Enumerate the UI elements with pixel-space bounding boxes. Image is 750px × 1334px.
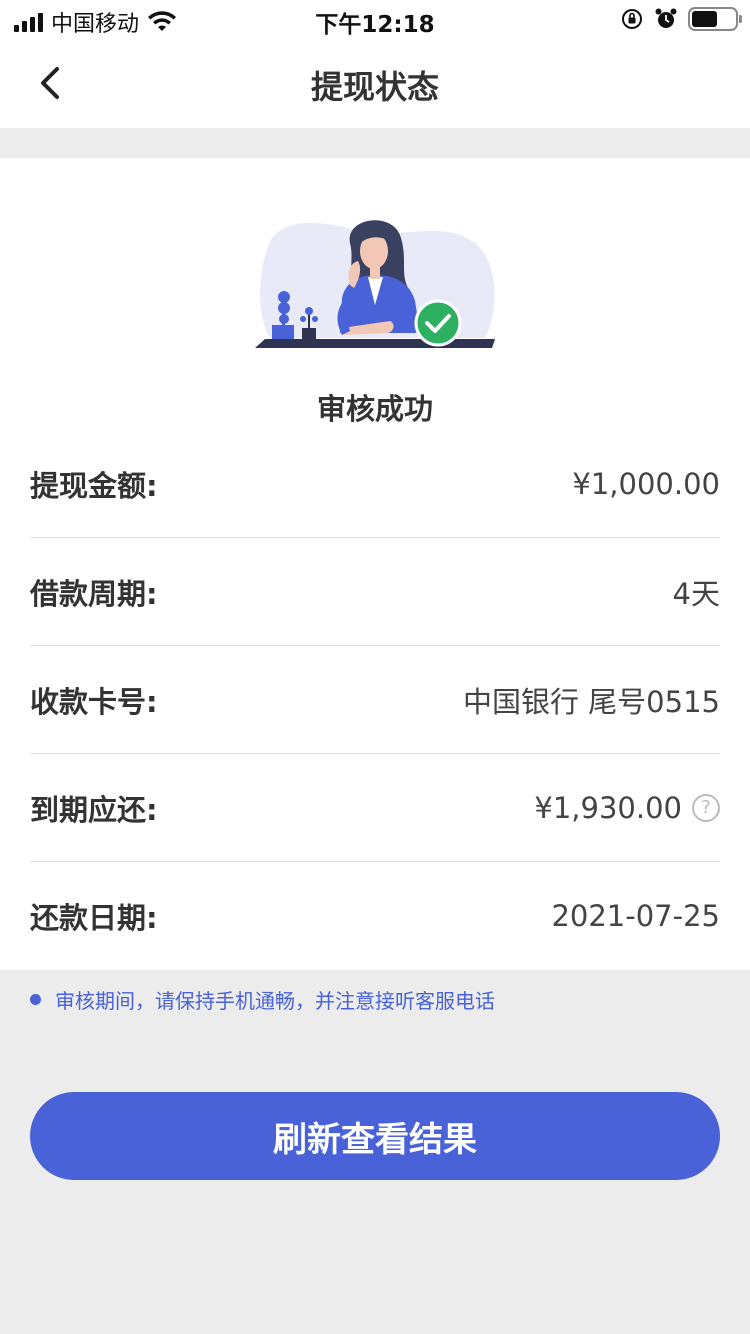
detail-row-due-date: 还款日期: 2021-07-25	[30, 862, 720, 970]
detail-value: 4天	[673, 571, 720, 613]
detail-value: ¥1,000.00	[572, 467, 720, 501]
nav-bar: 提现状态	[0, 40, 750, 128]
card-value: 中国银行 尾号0515	[462, 684, 720, 719]
bullet-icon	[30, 994, 41, 1005]
detail-row-period: 借款周期: 4天	[30, 538, 720, 646]
detail-label: 到期应还:	[30, 792, 158, 827]
detail-row-amount: 提现金额: ¥1,000.00	[30, 430, 720, 538]
amount-value: ¥1,000.00	[572, 466, 720, 501]
detail-row-card: 收款卡号: 中国银行 尾号0515	[30, 646, 720, 754]
detail-label: 收款卡号:	[30, 684, 158, 719]
help-icon[interactable]: ?	[692, 793, 720, 822]
detail-label: 借款周期:	[30, 576, 158, 611]
detail-label: 提现金额:	[30, 468, 158, 503]
detail-value: ¥1,930.00 ?	[534, 791, 720, 825]
status-card: 审核成功 提现金额: ¥1,000.00 借款周期: 4天 收款卡号: 中国银行…	[0, 158, 750, 970]
review-status-text: 审核成功	[316, 392, 433, 426]
alarm-icon	[655, 8, 677, 28]
period-value: 4天	[672, 576, 720, 611]
notice-text: 审核期间，请保持手机通畅，并注意接听客服电话	[55, 989, 495, 1013]
due-amount-value: ¥1,930.00	[534, 790, 682, 825]
battery-icon	[688, 7, 742, 31]
review-notice: 审核期间，请保持手机通畅，并注意接听客服电话	[30, 985, 495, 1014]
status-bar: 中国移动 下午12:18	[0, 0, 750, 40]
refresh-result-button[interactable]: 刷新查看结果	[30, 1092, 720, 1180]
due-date-value: 2021-07-25	[551, 899, 720, 933]
detail-row-due-amount: 到期应还: ¥1,930.00 ?	[30, 754, 720, 862]
page-title: 提现状态	[310, 68, 439, 106]
detail-label: 还款日期:	[30, 901, 158, 935]
detail-list: 提现金额: ¥1,000.00 借款周期: 4天 收款卡号: 中国银行 尾号05…	[30, 430, 720, 970]
orientation-lock-icon	[622, 9, 642, 29]
status-bar-right	[620, 7, 742, 31]
detail-value: 中国银行 尾号0515	[463, 679, 720, 721]
review-success-illustration	[255, 220, 495, 348]
detail-value: 2021-07-25	[551, 899, 720, 933]
